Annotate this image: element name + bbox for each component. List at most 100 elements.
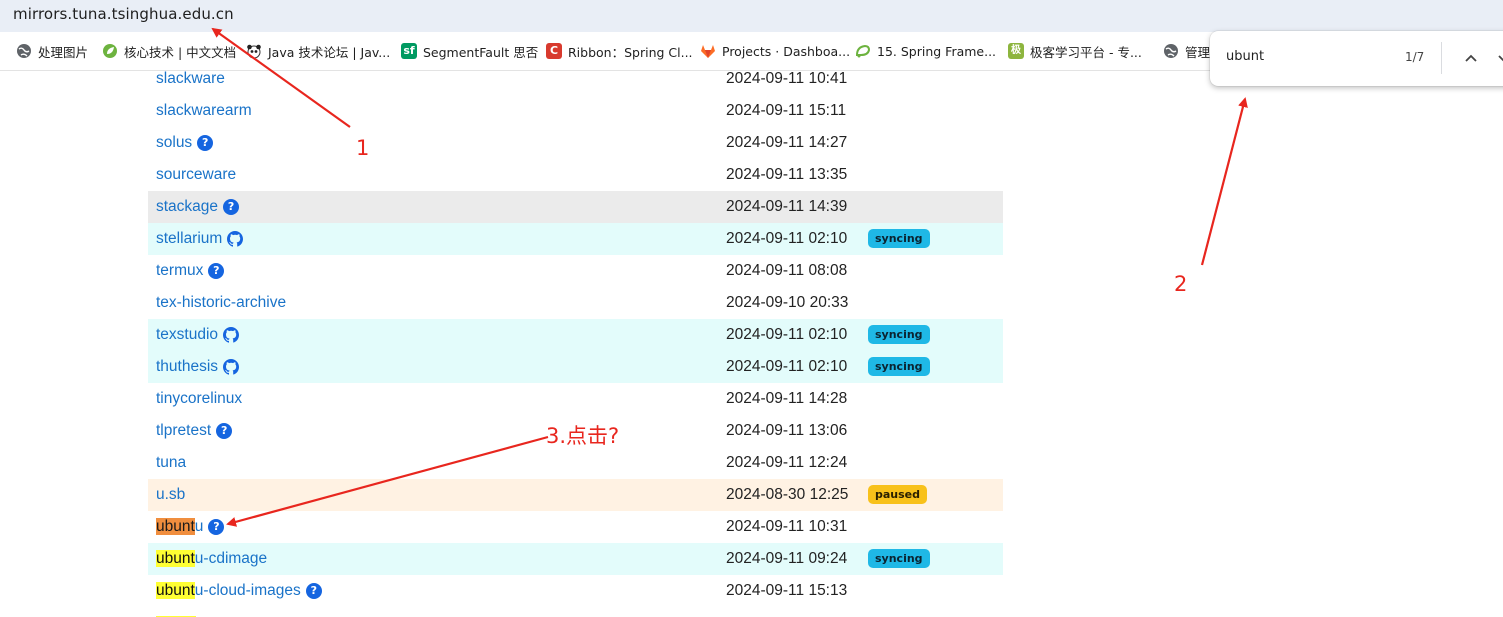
last-update: 2024-09-11 12:24 [726, 454, 848, 471]
last-update: 2024-09-11 02:10 [726, 358, 848, 375]
find-input[interactable]: ubunt [1226, 49, 1264, 64]
help-icon[interactable]: ? [208, 519, 225, 535]
table-row: tex-historic-archive 2024-09-10 20:33 [148, 287, 1003, 319]
find-match-count: 1/7 [1405, 50, 1425, 64]
bookmark-label: 15. Spring Frame... [877, 43, 997, 59]
chevron-up-icon[interactable] [1459, 47, 1483, 69]
table-row: termux? 2024-09-11 08:08 [148, 255, 1003, 287]
status-badge: syncing [868, 325, 930, 344]
help-icon[interactable]: ? [223, 199, 240, 215]
github-icon[interactable] [223, 359, 240, 375]
annotation-label: 1 [356, 136, 370, 160]
link-text-rest: u-cloud-images [194, 582, 301, 599]
mirror-link[interactable]: sourceware [156, 166, 236, 184]
globe-icon [1163, 43, 1179, 59]
bookmark-item[interactable]: 极 极客学习平台 - 专... [1008, 41, 1142, 61]
mirror-link[interactable]: thuthesis [156, 358, 218, 376]
last-update: 2024-09-11 09:24 [726, 550, 848, 567]
find-highlight-active: ubunt [156, 518, 195, 535]
table-row: solus? 2024-09-11 14:27 [148, 127, 1003, 159]
table-row: tuna 2024-09-11 12:24 [148, 447, 1003, 479]
link-text-rest: u [194, 518, 204, 535]
table-row: tinycorelinux 2024-09-11 14:28 [148, 383, 1003, 415]
bookmark-label: 核心技术 | 中文文档 [124, 44, 237, 60]
url-text[interactable]: mirrors.tuna.tsinghua.edu.cn [13, 5, 234, 23]
status-badge: syncing [868, 357, 930, 376]
link-text-rest: u-cdimage [194, 550, 268, 567]
last-update: 2024-09-11 15:13 [726, 582, 848, 599]
mirror-link[interactable]: u.sb [156, 486, 185, 504]
last-update: 2024-09-11 14:27 [726, 134, 848, 151]
annotation-label: 2 [1174, 272, 1188, 296]
table-row: stellarium 2024-09-11 02:10 syncing [148, 223, 1003, 255]
table-row: stackage? 2024-09-11 14:39 [148, 191, 1003, 223]
bookmark-item[interactable]: 核心技术 | 中文文档 [102, 41, 236, 61]
bookmark-item[interactable]: 15. Spring Frame... [855, 41, 996, 61]
table-row: ubuntu-cloud-images? 2024-09-11 15:13 [148, 575, 1003, 607]
bookmark-label: Ribbon：Spring Cl... [568, 44, 693, 60]
table-row-partial [148, 607, 1003, 617]
last-update: 2024-09-11 14:28 [726, 390, 848, 407]
table-row: ubuntu-cdimage 2024-09-11 09:24 syncing [148, 543, 1003, 575]
help-icon[interactable]: ? [216, 423, 233, 439]
bookmark-label: 管理 [1185, 44, 1211, 60]
mirror-link[interactable]: tuna [156, 454, 186, 472]
bookmark-label: 极客学习平台 - 专... [1030, 44, 1142, 60]
last-update: 2024-09-11 15:11 [726, 102, 847, 119]
mirror-link[interactable]: solus [156, 134, 192, 152]
last-update: 2024-09-11 02:10 [726, 326, 848, 343]
last-update: 2024-09-11 10:31 [726, 518, 848, 535]
mirror-link[interactable]: stackage [156, 198, 218, 216]
table-row: thuthesis 2024-09-11 02:10 syncing [148, 351, 1003, 383]
bookmark-item[interactable]: Projects · Dashboa... [700, 41, 850, 61]
github-icon[interactable] [227, 231, 244, 247]
bookmark-item[interactable]: 处理图片 [16, 41, 88, 61]
gitlab-icon [700, 43, 716, 59]
help-icon[interactable]: ? [197, 135, 214, 151]
mirror-link[interactable]: ubuntu-cloud-images [156, 582, 301, 600]
mirror-link[interactable]: ubuntu-cdimage [156, 550, 267, 568]
chevron-down-icon[interactable] [1492, 47, 1503, 69]
last-update: 2024-09-11 13:35 [726, 166, 848, 183]
table-row: texstudio 2024-09-11 02:10 syncing [148, 319, 1003, 351]
mirror-link[interactable]: texstudio [156, 326, 218, 344]
status-badge: paused [868, 485, 928, 504]
status-badge: syncing [868, 229, 930, 248]
mirror-link-ubuntu[interactable]: ubuntu [156, 518, 203, 536]
help-icon[interactable]: ? [305, 583, 322, 599]
bookmark-item[interactable]: 管理 [1163, 41, 1210, 61]
mirror-link[interactable]: tex-historic-archive [156, 294, 286, 312]
mirror-link[interactable]: termux [156, 262, 203, 280]
bookmark-item[interactable]: C Ribbon：Spring Cl... [546, 41, 693, 61]
last-update: 2024-09-11 10:41 [726, 70, 848, 87]
mirror-link[interactable]: slackwarearm [156, 102, 252, 120]
mirror-link[interactable]: stellarium [156, 230, 222, 248]
address-bar[interactable]: mirrors.tuna.tsinghua.edu.cn [0, 0, 1503, 32]
find-highlight: ubunt [156, 582, 195, 599]
c-logo-icon: C [546, 43, 562, 59]
find-bar: ubunt 1/7 [1210, 31, 1503, 86]
geek-icon: 极 [1008, 43, 1024, 59]
table-row: ubuntu? 2024-09-11 10:31 [148, 511, 1003, 543]
help-icon[interactable]: ? [208, 263, 225, 279]
browser-window: mirrors.tuna.tsinghua.edu.cn 处理图片 核心技术 |… [0, 0, 1503, 617]
segmentfault-icon: sf [401, 43, 417, 59]
panda-icon [246, 43, 262, 59]
last-update: 2024-09-11 02:10 [726, 230, 848, 247]
mirror-link[interactable]: tlpretest [156, 422, 211, 440]
bookmark-label: SegmentFault 思否 [423, 44, 539, 60]
mirror-link[interactable]: tinycorelinux [156, 390, 242, 408]
bookmark-item[interactable]: sf SegmentFault 思否 [401, 41, 538, 61]
status-badge: syncing [868, 549, 930, 568]
spring-icon [855, 43, 871, 59]
bookmark-item[interactable]: Java 技术论坛 | Jav... [246, 41, 390, 61]
bookmark-label: Projects · Dashboa... [722, 43, 851, 59]
last-update: 2024-09-11 14:39 [726, 198, 848, 215]
table-row: u.sb 2024-08-30 12:25 paused [148, 479, 1003, 511]
github-icon[interactable] [223, 327, 240, 343]
mirror-link[interactable]: slackware [156, 70, 225, 88]
table-row: sourceware 2024-09-11 13:35 [148, 159, 1003, 191]
annotation-label: 3.点击? [546, 424, 620, 448]
find-highlight: ubunt [156, 550, 195, 567]
bookmark-label: 处理图片 [38, 44, 89, 60]
